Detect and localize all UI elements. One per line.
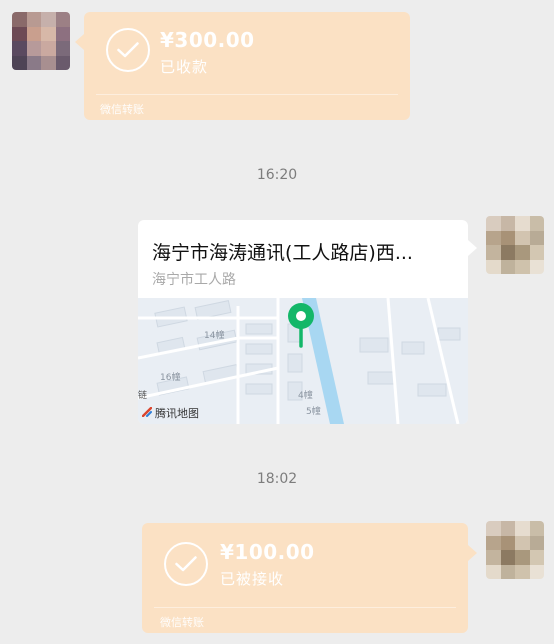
map-attribution-text: 腾讯地图: [155, 407, 199, 420]
map-label: 5幢: [306, 405, 321, 417]
check-circle-icon: [164, 542, 208, 586]
transfer-received-bubble[interactable]: ¥300.00 已收款 微信转账: [75, 12, 410, 120]
tencent-map-logo-icon: [141, 406, 153, 420]
check-circle-icon: [106, 28, 150, 72]
timestamp: 16:20: [256, 167, 298, 183]
map-thumbnail[interactable]: 14幢 16幢 4幢 5幢 链 腾讯地图: [138, 297, 468, 424]
bubble-tail: [468, 240, 477, 256]
location-address: 海宁市工人路: [152, 272, 236, 288]
map-attribution: 腾讯地图: [141, 405, 199, 421]
transfer-status: 已被接收: [220, 570, 285, 588]
transfer-footer: 微信转账: [100, 103, 144, 116]
map-label: 4幢: [298, 389, 313, 401]
location-title: 海宁市海涛通讯(工人路店)西...: [152, 242, 413, 264]
transfer-amount: ¥100.00: [220, 540, 315, 564]
transfer-amount: ¥300.00: [160, 28, 255, 52]
my-avatar[interactable]: [486, 521, 544, 579]
map-label: 14幢: [204, 329, 224, 341]
my-avatar[interactable]: [486, 216, 544, 274]
bubble-divider: [154, 607, 456, 608]
bubble-tail: [468, 545, 477, 561]
bubble-divider: [96, 94, 398, 95]
bubble-tail: [75, 34, 84, 50]
transfer-status: 已收款: [160, 58, 209, 76]
contact-avatar[interactable]: [12, 12, 70, 70]
transfer-sent-bubble[interactable]: ¥100.00 已被接收 微信转账: [142, 523, 477, 633]
timestamp: 18:02: [256, 471, 298, 487]
map-label: 链: [138, 389, 147, 401]
transfer-footer: 微信转账: [160, 616, 204, 629]
map-label: 16幢: [160, 371, 180, 383]
location-bubble[interactable]: 海宁市海涛通讯(工人路店)西... 海宁市工人路 14幢 16幢 4幢 5幢 链…: [138, 220, 468, 424]
